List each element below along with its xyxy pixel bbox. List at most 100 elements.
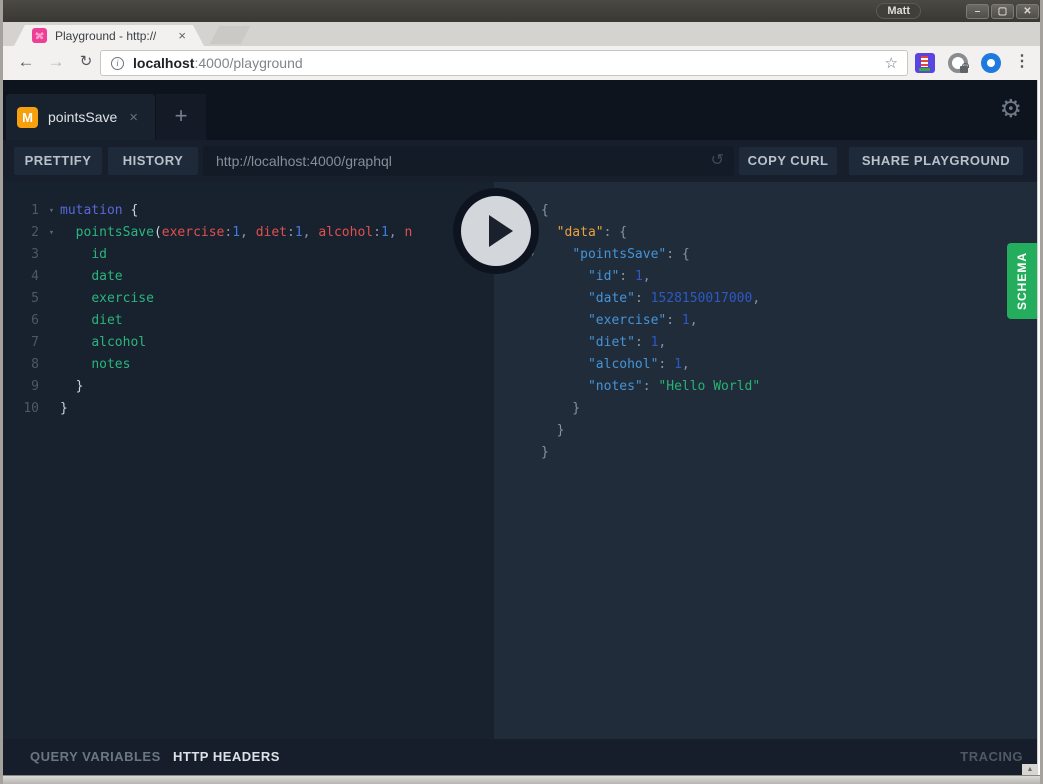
new-tab-button[interactable]: [210, 26, 250, 44]
address-bar[interactable]: i localhost:4000/playground ☆: [100, 50, 908, 76]
playground-toolbar: PRETTIFY HISTORY http://localhost:4000/g…: [3, 140, 1040, 182]
browser-tab[interactable]: Playground - http:// ×: [14, 25, 204, 46]
line-number: 9: [3, 376, 43, 398]
result-line: }: [524, 442, 1037, 464]
line-number: 4: [3, 266, 43, 288]
code-text: "alcohol": 1,: [541, 354, 690, 376]
fold-arrow-icon: [524, 442, 541, 464]
fold-arrow-icon: [43, 398, 60, 420]
playground-bottom-bar: QUERY VARIABLES HTTP HEADERS TRACING: [3, 739, 1037, 775]
code-text: "date": 1528150017000,: [541, 288, 760, 310]
mutation-badge: M: [17, 107, 38, 128]
url-path: :4000/playground: [194, 55, 302, 71]
tracing-tab[interactable]: TRACING: [960, 739, 1023, 775]
maximize-button[interactable]: ▢: [991, 4, 1014, 19]
result-line: ▾ "data": {: [524, 222, 1037, 244]
code-text: "diet": 1,: [541, 332, 666, 354]
browser-toolbar: ← → ↻ i localhost:4000/playground ☆ ⋮: [0, 46, 1043, 80]
fold-arrow-icon: [43, 332, 60, 354]
code-text: diet: [60, 310, 123, 332]
editor-line: 8 notes: [3, 354, 494, 376]
line-number: 3: [3, 244, 43, 266]
query-variables-tab[interactable]: QUERY VARIABLES: [30, 739, 161, 775]
session-tab-pointsSave[interactable]: M pointsSave ×: [6, 94, 155, 140]
code-text: notes: [60, 354, 130, 376]
editor-line: 10}: [3, 398, 494, 420]
os-title-bar: Matt – ▢ ✕: [0, 0, 1043, 22]
playground-page: M pointsSave × + ⚙ PRETTIFY HISTORY http…: [3, 80, 1040, 775]
session-tab-title: pointsSave: [48, 109, 117, 125]
fold-arrow-icon: [43, 354, 60, 376]
close-window-button[interactable]: ✕: [1016, 4, 1039, 19]
query-editor-pane[interactable]: 1▾mutation {2▾ pointsSave(exercise:1, di…: [3, 182, 494, 739]
endpoint-url: http://localhost:4000/graphql: [216, 153, 392, 169]
prettify-button[interactable]: PRETTIFY: [14, 147, 102, 175]
result-line: ▾ "pointsSave": {: [524, 244, 1037, 266]
code-text: }: [541, 420, 564, 442]
schema-tab-label: SCHEMA: [1015, 252, 1029, 310]
fold-arrow-icon[interactable]: ▾: [43, 200, 60, 222]
history-button[interactable]: HISTORY: [108, 147, 198, 175]
query-editor-code[interactable]: 1▾mutation {2▾ pointsSave(exercise:1, di…: [3, 182, 494, 420]
lighthouse-extension-icon[interactable]: [915, 53, 935, 73]
editor-line: 2▾ pointsSave(exercise:1, diet:1, alcoho…: [3, 222, 494, 244]
execute-play-button[interactable]: [453, 188, 539, 274]
settings-gear-icon[interactable]: ⚙: [1000, 94, 1022, 123]
add-session-tab-button[interactable]: +: [156, 94, 206, 140]
window-bottom-border: [3, 775, 1043, 784]
code-text: }: [541, 442, 549, 464]
tab-close-icon[interactable]: ×: [178, 28, 186, 43]
result-line: "diet": 1,: [524, 332, 1037, 354]
editor-line: 3 id: [3, 244, 494, 266]
page-scrollbar[interactable]: [1037, 80, 1043, 775]
url-host: localhost: [133, 55, 194, 71]
line-number: 5: [3, 288, 43, 310]
session-tab-close-icon[interactable]: ×: [129, 109, 138, 126]
result-line: "alcohol": 1,: [524, 354, 1037, 376]
browser-window: Matt – ▢ ✕ Playground - http:// × ← → ↻ …: [0, 0, 1043, 784]
http-headers-tab[interactable]: HTTP HEADERS: [173, 739, 280, 775]
blue-circle-extension-icon[interactable]: [981, 53, 1001, 73]
lighthouse-base: [919, 68, 930, 71]
browser-menu-icon[interactable]: ⋮: [1010, 46, 1034, 80]
result-line: }: [524, 420, 1037, 442]
bookmark-star-icon[interactable]: ☆: [885, 54, 898, 72]
url-text[interactable]: localhost:4000/playground: [133, 55, 303, 71]
minimize-button[interactable]: –: [966, 4, 989, 19]
line-number: 2: [3, 222, 43, 244]
endpoint-reload-icon[interactable]: ↺: [711, 146, 724, 176]
fold-arrow-icon: [524, 288, 541, 310]
line-number: 1: [3, 200, 43, 222]
line-number: 7: [3, 332, 43, 354]
lighthouse-tower: [921, 56, 928, 67]
editor-line: 9 }: [3, 376, 494, 398]
share-playground-button[interactable]: SHARE PLAYGROUND: [849, 147, 1023, 175]
code-text: mutation {: [60, 200, 138, 222]
fold-arrow-icon[interactable]: ▾: [43, 222, 60, 244]
site-info-icon[interactable]: i: [111, 57, 124, 70]
response-pane: ▾{▾ "data": {▾ "pointsSave": { "id": 1, …: [494, 182, 1037, 739]
play-triangle-icon: [489, 215, 513, 247]
result-line: "id": 1,: [524, 266, 1037, 288]
endpoint-input[interactable]: http://localhost:4000/graphql ↺: [203, 146, 734, 176]
editor-line: 7 alcohol: [3, 332, 494, 354]
code-text: "id": 1,: [541, 266, 651, 288]
back-icon[interactable]: ←: [12, 46, 40, 80]
result-line: "date": 1528150017000,: [524, 288, 1037, 310]
code-text: date: [60, 266, 123, 288]
code-text: alcohol: [60, 332, 146, 354]
playground-favicon-icon: [32, 28, 47, 43]
result-line: }: [524, 398, 1037, 420]
code-text: {: [541, 200, 549, 222]
code-text: "data": {: [541, 222, 627, 244]
fold-arrow-icon: [524, 266, 541, 288]
reload-icon[interactable]: ↻: [72, 46, 100, 80]
privacy-extension-icon[interactable]: [948, 53, 968, 73]
fold-arrow-icon: [524, 354, 541, 376]
code-text: }: [541, 398, 580, 420]
line-number: 6: [3, 310, 43, 332]
line-number: 10: [3, 398, 43, 420]
copy-curl-button[interactable]: COPY CURL: [739, 147, 837, 175]
schema-side-tab[interactable]: SCHEMA: [1007, 243, 1037, 319]
fold-arrow-icon: [524, 310, 541, 332]
